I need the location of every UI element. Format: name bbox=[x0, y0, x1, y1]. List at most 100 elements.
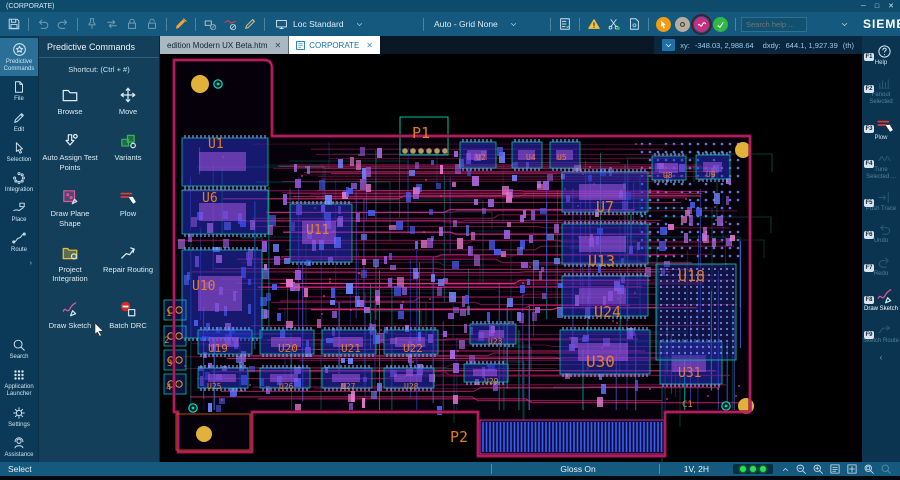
sidebar-item-file[interactable]: File bbox=[0, 76, 38, 106]
part-filter-icon[interactable] bbox=[201, 15, 219, 33]
net-filter-icon[interactable] bbox=[221, 15, 239, 33]
tab-close-icon[interactable]: ✕ bbox=[366, 41, 373, 50]
chevron-down-icon[interactable] bbox=[835, 15, 853, 33]
component-label[interactable]: U8 bbox=[663, 171, 673, 180]
pin-icon[interactable] bbox=[83, 15, 101, 33]
view-capture-icon[interactable] bbox=[829, 463, 841, 475]
cut-icon[interactable] bbox=[605, 15, 623, 33]
fkey-push-trace[interactable]: F5 Push Trace bbox=[862, 185, 900, 217]
fkey-undo[interactable]: F6 Undo bbox=[862, 217, 900, 249]
sidebar-item-assistance[interactable]: Assistance bbox=[0, 432, 38, 462]
component-label[interactable]: U19 bbox=[208, 342, 228, 355]
zoom-selected-icon[interactable] bbox=[880, 463, 892, 475]
command-plow[interactable]: Plow bbox=[100, 188, 157, 228]
sidebar-item-route[interactable]: Route bbox=[0, 227, 38, 257]
sidebar-item-place[interactable]: Place bbox=[0, 197, 38, 227]
highlight-icon[interactable] bbox=[172, 15, 190, 33]
component-label[interactable]: U25 bbox=[207, 382, 222, 391]
close-button[interactable]: ✕ bbox=[888, 3, 894, 10]
grid-dropdown[interactable]: Auto - Grid None bbox=[429, 15, 545, 33]
component-label[interactable]: U28 bbox=[404, 382, 419, 391]
component-label[interactable]: U7 bbox=[596, 198, 614, 216]
fkey-help[interactable]: F1 Help bbox=[862, 39, 900, 71]
sidebar-item-application-launcher[interactable]: Application Launcher bbox=[0, 364, 38, 401]
component-label[interactable]: U22 bbox=[403, 342, 423, 355]
component-label[interactable]: U1 bbox=[208, 137, 224, 152]
component-label[interactable]: 2 bbox=[164, 336, 169, 346]
rail-collapse-chevron[interactable]: ‹ bbox=[862, 349, 900, 362]
command-repair-routing[interactable]: Repair Routing bbox=[100, 244, 157, 284]
zoom-area-icon[interactable] bbox=[863, 463, 875, 475]
component-label[interactable]: U29 bbox=[484, 377, 499, 386]
command-draw-sketch[interactable]: Draw Sketch bbox=[42, 300, 99, 330]
undo-icon[interactable] bbox=[34, 15, 52, 33]
report-icon[interactable] bbox=[556, 15, 574, 33]
command-move[interactable]: Move bbox=[100, 86, 157, 116]
maximize-button[interactable]: □ bbox=[875, 3, 879, 10]
component-label[interactable]: U20 bbox=[278, 342, 298, 355]
tab-edition-modern-ux-beta-htm[interactable]: edition Modern UX Beta.htm ✕ bbox=[160, 36, 290, 54]
component-label[interactable]: U24 bbox=[594, 303, 621, 321]
tab-corporate[interactable]: CORPORATE ✕ bbox=[289, 36, 380, 54]
component-label[interactable]: U5 bbox=[557, 153, 567, 162]
sidebar-item-search[interactable]: Search bbox=[0, 334, 38, 364]
component-label[interactable]: U26 bbox=[279, 382, 294, 391]
component-label[interactable]: U2 bbox=[476, 153, 486, 162]
component-label[interactable]: U30 bbox=[586, 352, 615, 371]
redo-icon[interactable] bbox=[54, 15, 72, 33]
fkey-redo[interactable]: F7 Redo bbox=[862, 250, 900, 282]
display-control-dropdown[interactable]: Loc Standard bbox=[270, 15, 418, 33]
component-label[interactable]: U4 bbox=[526, 153, 536, 162]
sidebar-item-edit[interactable]: Edit bbox=[0, 107, 38, 137]
pcb-viewport[interactable]: P1 P2 U1 U6 U10 U11 U2 U4 U5 U7 U8 U9 U13 U18 U24 U30 U3… bbox=[160, 54, 862, 462]
component-label[interactable]: U27 bbox=[341, 382, 356, 391]
swap-icon[interactable] bbox=[103, 15, 121, 33]
tab-close-icon[interactable]: ✕ bbox=[275, 41, 282, 50]
route-mode-button[interactable] bbox=[691, 13, 712, 35]
lock-icon[interactable] bbox=[123, 15, 141, 33]
fkey-plow[interactable]: F3 Plow bbox=[862, 111, 900, 146]
minimize-button[interactable]: ─ bbox=[861, 3, 866, 10]
sidebar-item-selection[interactable]: Selection bbox=[0, 137, 38, 167]
component-label[interactable]: U9 bbox=[706, 170, 716, 179]
component-label[interactable]: C1 bbox=[682, 400, 693, 410]
gloss-mode-button[interactable] bbox=[713, 16, 728, 32]
component-label[interactable]: U23 bbox=[488, 337, 503, 346]
component-label[interactable]: U6 bbox=[202, 191, 218, 206]
pcb-canvas[interactable]: P1 P2 U1 U6 U10 U11 U2 U4 U5 U7 U8 U9 U13 U18 U24 U30 U3… bbox=[160, 54, 862, 462]
annotate-icon[interactable] bbox=[241, 15, 259, 33]
sidebar-item-settings[interactable]: Settings bbox=[0, 402, 38, 432]
command-browse[interactable]: Browse bbox=[42, 86, 99, 116]
command-batch-drc[interactable]: Batch DRC bbox=[100, 300, 157, 330]
component-label[interactable]: U10 bbox=[192, 279, 215, 294]
component-label[interactable]: P2 bbox=[450, 428, 468, 446]
component-label[interactable]: U18 bbox=[678, 267, 705, 285]
measure-mode-button[interactable] bbox=[675, 16, 690, 32]
rail-expand-chevron[interactable]: › bbox=[0, 258, 38, 269]
coordinate-dropdown[interactable] bbox=[662, 39, 676, 51]
fkey-sketch-route[interactable]: F9 Sketch Route bbox=[862, 317, 900, 349]
unlock-icon[interactable] bbox=[143, 15, 161, 33]
component-label[interactable]: U31 bbox=[678, 366, 701, 381]
command-draw-plane-shape[interactable]: Draw Plane Shape bbox=[42, 188, 99, 228]
chevron-up-icon[interactable] bbox=[781, 465, 790, 474]
copy-doc-icon[interactable] bbox=[625, 15, 643, 33]
warning-icon[interactable] bbox=[585, 15, 603, 33]
command-project-integration[interactable]: Project Integration bbox=[42, 244, 99, 284]
component-label[interactable]: U21 bbox=[341, 342, 361, 355]
search-help-input[interactable] bbox=[741, 16, 807, 32]
sidebar-item-predictive-commands[interactable]: Predictive Commands bbox=[0, 38, 38, 77]
fkey-fanout-selected[interactable]: F2 Fanout Selected bbox=[862, 71, 900, 110]
save-icon[interactable] bbox=[5, 15, 23, 33]
zoom-in-icon[interactable] bbox=[812, 463, 824, 475]
zoom-out-icon[interactable] bbox=[795, 463, 807, 475]
component-label[interactable]: U11 bbox=[306, 223, 329, 238]
fkey-tune-selected-[interactable]: F4 Tune Selected ... bbox=[862, 146, 900, 185]
component-label[interactable]: 4 bbox=[166, 383, 171, 393]
component-label[interactable]: U13 bbox=[588, 252, 615, 270]
command-variants[interactable]: Variants bbox=[100, 132, 157, 172]
component-label[interactable]: 1 bbox=[166, 309, 171, 319]
fkey-draw-sketch[interactable]: F8 Draw Sketch bbox=[862, 282, 900, 317]
sidebar-item-integration[interactable]: Integration bbox=[0, 167, 38, 197]
fit-board-icon[interactable] bbox=[846, 463, 858, 475]
